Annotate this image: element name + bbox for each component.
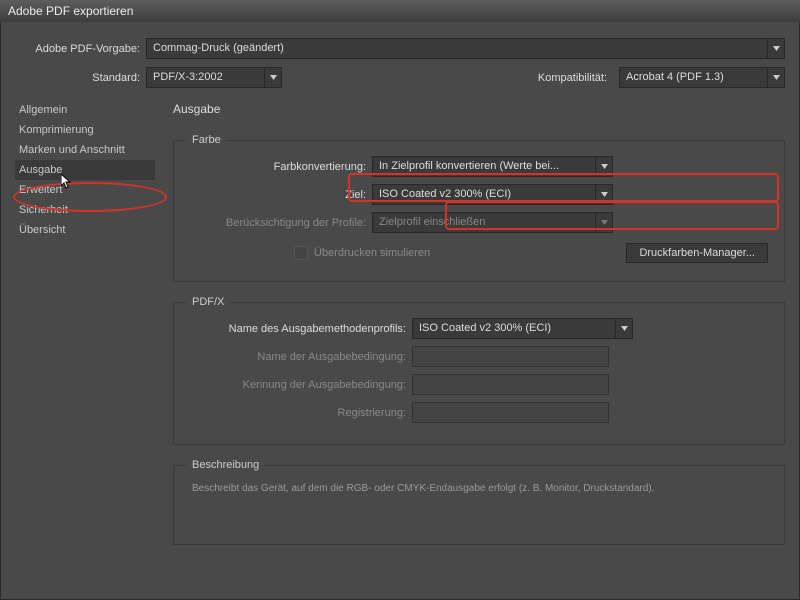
sidebar-item-ausgabe[interactable]: Ausgabe — [15, 160, 155, 180]
compat-value: Acrobat 4 (PDF 1.3) — [626, 71, 724, 83]
panel-heading: Ausgabe — [173, 102, 785, 116]
preset-select[interactable]: Commag-Druck (geändert) — [146, 38, 785, 59]
ink-manager-button[interactable]: Druckfarben-Manager... — [626, 243, 768, 263]
sidebar-item-label: Allgemein — [19, 104, 67, 116]
condition-name-input — [412, 346, 609, 367]
legend-farbe: Farbe — [186, 134, 227, 146]
compat-select[interactable]: Acrobat 4 (PDF 1.3) — [619, 67, 785, 88]
sidebar-item-uebersicht[interactable]: Übersicht — [15, 220, 155, 240]
sidebar-item-label: Erweitert — [19, 184, 62, 196]
fieldset-pdfx: PDF/X Name des Ausgabemethodenprofils: I… — [173, 296, 785, 445]
registration-label: Registrierung: — [186, 407, 412, 419]
preset-label: Adobe PDF-Vorgabe: — [15, 43, 146, 55]
ziel-value: ISO Coated v2 300% (ECI) — [379, 188, 511, 200]
titlebar: Adobe PDF exportieren — [0, 0, 800, 23]
chevron-down-icon — [595, 185, 612, 204]
checkbox-icon — [294, 246, 308, 260]
dialog-body: Adobe PDF-Vorgabe: Commag-Druck (geänder… — [0, 22, 800, 600]
overprint-label: Überdrucken simulieren — [314, 247, 430, 259]
output-profile-select[interactable]: ISO Coated v2 300% (ECI) — [412, 318, 633, 339]
standard-label: Standard: — [15, 72, 146, 84]
sidebar: Allgemein Komprimierung Marken und Ansch… — [15, 100, 155, 559]
sidebar-item-erweitert[interactable]: Erweitert — [15, 180, 155, 200]
fieldset-description: Beschreibung Beschreibt das Gerät, auf d… — [173, 459, 785, 545]
chevron-down-icon — [595, 157, 612, 176]
farbkonvertierung-label: Farbkonvertierung: — [186, 161, 372, 173]
sidebar-item-komprimierung[interactable]: Komprimierung — [15, 120, 155, 140]
sidebar-item-label: Sicherheit — [19, 204, 68, 216]
farbkonvertierung-select[interactable]: In Zielprofil konvertieren (Werte bei... — [372, 156, 613, 177]
output-profile-label: Name des Ausgabemethodenprofils: — [186, 323, 412, 335]
condition-id-label: Kennung der Ausgabebedingung: — [186, 379, 412, 391]
sidebar-item-sicherheit[interactable]: Sicherheit — [15, 200, 155, 220]
profile-policy-value: Zielprofil einschließen — [379, 216, 485, 228]
farbkonvertierung-value: In Zielprofil konvertieren (Werte bei... — [379, 160, 559, 172]
sidebar-item-label: Marken und Anschnitt — [19, 144, 125, 156]
profile-policy-select: Zielprofil einschließen — [372, 212, 613, 233]
sidebar-item-label: Übersicht — [19, 224, 65, 236]
condition-id-input — [412, 374, 609, 395]
sidebar-item-allgemein[interactable]: Allgemein — [15, 100, 155, 120]
output-profile-value: ISO Coated v2 300% (ECI) — [419, 322, 551, 334]
legend-description: Beschreibung — [186, 459, 265, 471]
chevron-down-icon — [595, 213, 612, 232]
sidebar-item-label: Komprimierung — [19, 124, 94, 136]
fieldset-farbe: Farbe Farbkonvertierung: In Zielprofil k… — [173, 134, 785, 282]
sidebar-item-label: Ausgabe — [19, 164, 62, 176]
compat-label: Kompatibilität: — [282, 72, 613, 84]
sidebar-item-marken-anschnitt[interactable]: Marken und Anschnitt — [15, 140, 155, 160]
main-panel: Ausgabe Farbe Farbkonvertierung: In Ziel… — [173, 100, 785, 559]
profile-policy-label: Berücksichtigung der Profile: — [186, 217, 372, 229]
chevron-down-icon — [767, 68, 784, 87]
registration-input — [412, 402, 609, 423]
ziel-label: Ziel: — [186, 189, 372, 201]
standard-value: PDF/X-3:2002 — [153, 71, 223, 83]
description-text: Beschreibt das Gerät, auf dem die RGB- o… — [186, 481, 772, 496]
chevron-down-icon — [264, 68, 281, 87]
ink-manager-label: Druckfarben-Manager... — [639, 247, 755, 259]
standard-select[interactable]: PDF/X-3:2002 — [146, 67, 282, 88]
preset-value: Commag-Druck (geändert) — [153, 42, 284, 54]
overprint-simulate-checkbox: Überdrucken simulieren — [294, 246, 430, 260]
chevron-down-icon — [615, 319, 632, 338]
ziel-select[interactable]: ISO Coated v2 300% (ECI) — [372, 184, 613, 205]
legend-pdfx: PDF/X — [186, 296, 230, 308]
chevron-down-icon — [767, 39, 784, 58]
condition-name-label: Name der Ausgabebedingung: — [186, 351, 412, 363]
window-title: Adobe PDF exportieren — [8, 4, 133, 18]
